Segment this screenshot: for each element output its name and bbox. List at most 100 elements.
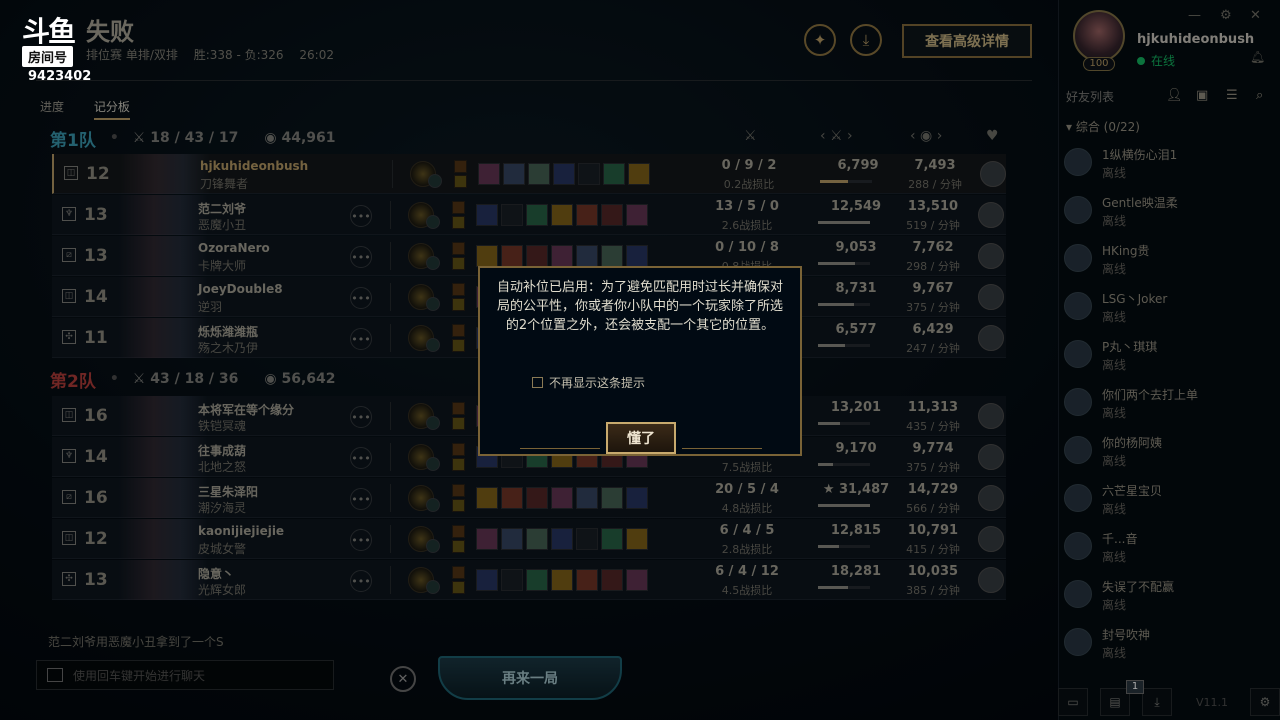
friend-item[interactable]: P丸丶琪琪 离线 xyxy=(1064,336,1274,380)
friend-item[interactable]: 千...音 离线 xyxy=(1064,528,1274,572)
honor-icon[interactable] xyxy=(978,526,1004,552)
item-icon[interactable] xyxy=(478,163,500,185)
list-icon[interactable]: ☰ xyxy=(1226,88,1238,103)
friend-item[interactable]: 六芒星宝贝 离线 xyxy=(1064,480,1274,524)
summoner-name[interactable]: 三星朱泽阳 xyxy=(198,483,258,500)
close-window-icon[interactable]: ✕ xyxy=(1250,8,1261,23)
avatar[interactable] xyxy=(1073,10,1125,62)
item-icon[interactable] xyxy=(501,245,523,267)
search-icon[interactable]: ⌕ xyxy=(1256,88,1263,103)
damage-column-header[interactable]: ‹ ⚔ › xyxy=(820,128,853,144)
friend-item[interactable]: HKing贵 离线 xyxy=(1064,240,1274,284)
summoner-name[interactable]: 往事成葫 xyxy=(198,442,246,459)
tab-scoreboard[interactable]: 记分板 xyxy=(93,100,130,120)
secondary-rune-icon[interactable] xyxy=(426,457,440,471)
item-icon[interactable] xyxy=(526,487,548,509)
item-icon[interactable] xyxy=(526,569,548,591)
summoner-spell-icon[interactable] xyxy=(452,581,465,594)
more-options-icon[interactable]: ••• xyxy=(350,406,372,428)
item-icon[interactable] xyxy=(601,204,623,226)
more-options-icon[interactable]: ••• xyxy=(350,328,372,350)
secondary-rune-icon[interactable] xyxy=(426,580,440,594)
summoner-spell-icon[interactable] xyxy=(452,540,465,553)
item-icon[interactable] xyxy=(551,204,573,226)
item-icon[interactable] xyxy=(626,569,648,591)
item-icon[interactable] xyxy=(526,528,548,550)
hextech-icon[interactable]: ✦ xyxy=(804,24,836,56)
summoner-spell-icon[interactable] xyxy=(454,175,467,188)
honor-icon[interactable] xyxy=(978,567,1004,593)
download-icon[interactable]: ⤓ xyxy=(850,24,882,56)
friend-group-header[interactable]: ▾ 综合 (0/22) xyxy=(1066,118,1140,135)
item-icon[interactable] xyxy=(578,163,600,185)
tab-progress[interactable]: 进度 xyxy=(40,100,64,118)
summoner-name[interactable]: 范二刘爷 xyxy=(198,200,246,217)
summoner-spell-icon[interactable] xyxy=(452,201,465,214)
item-icon[interactable] xyxy=(601,528,623,550)
settings-icon[interactable]: ⚙ xyxy=(1250,688,1280,716)
player-row[interactable]: ♆ 13 范二刘爷 恶魔小丑 ••• 13 / 5 / 0 2.6战损比 12,549 13,5… xyxy=(52,195,1006,235)
player-row[interactable]: ◫ 12 kaonijiejiejie 皮城女警 ••• 6 / 4 / 5 2.8战损比 1… xyxy=(52,519,1006,559)
online-status[interactable]: 在线 xyxy=(1137,52,1175,69)
ok-button[interactable]: 懂了 xyxy=(606,422,676,454)
friend-item[interactable]: 你的杨阿姨 离线 xyxy=(1064,432,1274,476)
bell-icon[interactable]: 🔔︎ xyxy=(1250,50,1265,64)
chat-bubble-icon[interactable]: ▭ xyxy=(1058,688,1088,716)
secondary-rune-icon[interactable] xyxy=(426,338,440,352)
player-row[interactable]: ◫ 12 hjkuhideonbush 刀锋舞者 0 / 9 / 2 0.2战损比 6,79… xyxy=(52,154,1006,194)
secondary-rune-icon[interactable] xyxy=(426,297,440,311)
play-again-button[interactable]: 再来一局 xyxy=(438,656,622,700)
item-icon[interactable] xyxy=(476,569,498,591)
honor-icon[interactable] xyxy=(978,325,1004,351)
summoner-spell-icon[interactable] xyxy=(452,417,465,430)
item-icon[interactable] xyxy=(576,528,598,550)
secondary-rune-icon[interactable] xyxy=(426,256,440,270)
item-icon[interactable] xyxy=(553,163,575,185)
add-friend-icon[interactable]: 👤︎ xyxy=(1166,88,1183,103)
item-icon[interactable] xyxy=(601,487,623,509)
summoner-spell-icon[interactable] xyxy=(452,283,465,296)
dont-show-again-checkbox[interactable]: 不再显示这条提示 xyxy=(532,374,645,391)
honor-icon[interactable] xyxy=(980,161,1006,187)
item-icon[interactable] xyxy=(526,245,548,267)
item-icon[interactable] xyxy=(476,245,498,267)
item-icon[interactable] xyxy=(551,569,573,591)
player-row[interactable]: ✣ 13 隐意丶 光辉女郎 ••• 6 / 4 / 12 4.5战损比 18,281 10,03… xyxy=(52,560,1006,600)
summoner-spell-icon[interactable] xyxy=(454,160,467,173)
item-icon[interactable] xyxy=(526,204,548,226)
friend-item[interactable]: 你们两个去打上单 离线 xyxy=(1064,384,1274,428)
item-icon[interactable] xyxy=(501,569,523,591)
more-options-icon[interactable]: ••• xyxy=(350,529,372,551)
summoner-spell-icon[interactable] xyxy=(452,242,465,255)
friend-item[interactable]: LSG丶Joker 离线 xyxy=(1064,288,1274,332)
summoner-spell-icon[interactable] xyxy=(452,566,465,579)
item-icon[interactable] xyxy=(626,204,648,226)
summoner-spell-icon[interactable] xyxy=(452,443,465,456)
honor-icon[interactable] xyxy=(978,243,1004,269)
item-icon[interactable] xyxy=(476,528,498,550)
item-icon[interactable] xyxy=(503,163,525,185)
item-icon[interactable] xyxy=(576,245,598,267)
item-icon[interactable] xyxy=(551,487,573,509)
summoner-name[interactable]: 烁烁潍潍瓶 xyxy=(198,323,258,340)
summoner-name[interactable]: hjkuhideonbush xyxy=(200,159,308,173)
item-icon[interactable] xyxy=(626,487,648,509)
summoner-name[interactable]: 本将军在等个缘分 xyxy=(198,401,294,418)
honor-icon[interactable] xyxy=(978,284,1004,310)
summoner-spell-icon[interactable] xyxy=(452,402,465,415)
item-icon[interactable] xyxy=(501,528,523,550)
more-options-icon[interactable]: ••• xyxy=(350,570,372,592)
player-row[interactable]: ⧄ 16 三星朱泽阳 潮汐海灵 ••• 20 / 5 / 4 4.8战损比 ★ 31,487 1… xyxy=(52,478,1006,518)
friend-item[interactable]: 失误了不配赢 离线 xyxy=(1064,576,1274,620)
secondary-rune-icon[interactable] xyxy=(426,498,440,512)
summoner-name[interactable]: kaonijiejiejie xyxy=(198,524,284,538)
more-options-icon[interactable]: ••• xyxy=(350,488,372,510)
secondary-rune-icon[interactable] xyxy=(426,215,440,229)
gear-icon[interactable]: ⚙ xyxy=(1220,8,1232,23)
summoner-name[interactable]: hjkuhideonbush xyxy=(1137,32,1254,47)
close-icon[interactable]: ✕ xyxy=(390,666,416,692)
item-icon[interactable] xyxy=(551,245,573,267)
friend-item[interactable]: 封号吹神 离线 xyxy=(1064,624,1274,668)
summoner-spell-icon[interactable] xyxy=(452,525,465,538)
item-icon[interactable] xyxy=(476,487,498,509)
